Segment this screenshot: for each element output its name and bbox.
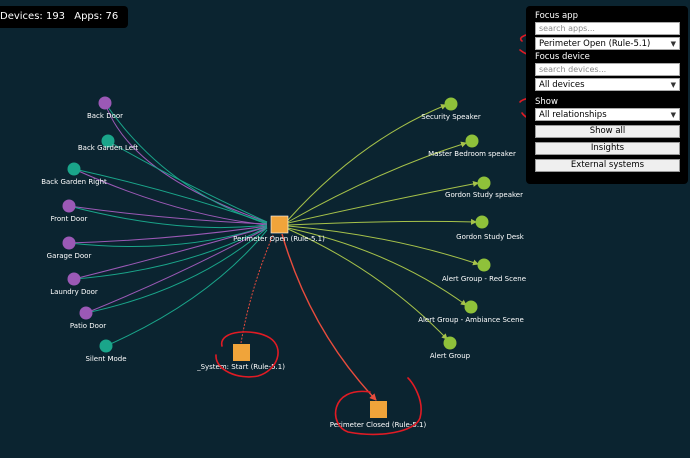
target-edges — [287, 104, 479, 340]
focus-device-label: Focus device — [535, 52, 590, 62]
focus-app-select[interactable]: Perimeter Open (Rule-5.1) ▼ — [535, 37, 680, 50]
edge-system-start — [240, 234, 274, 344]
insights-button[interactable]: Insights — [535, 142, 680, 155]
label-back-door: Back Door — [87, 112, 123, 120]
device-node-master-bedroom-speaker[interactable] — [465, 134, 479, 148]
stats-bar: Devices: 193 Apps: 76 — [0, 6, 129, 28]
focus-device-value: All devices — [539, 79, 585, 90]
target-device-nodes — [443, 97, 491, 350]
device-node-back-garden-right[interactable] — [67, 162, 81, 176]
label-perimeter-open: Perimeter Open (Rule-5.1) — [233, 235, 325, 243]
label-perimeter-closed: Perimeter Closed (Rule-5.1) — [330, 421, 427, 429]
device-node-laundry-door[interactable] — [67, 272, 81, 286]
label-alert-ambiance-scene: Alert Group - Ambiance Scene — [418, 316, 524, 324]
label-back-garden-left: Back Garden Left — [78, 144, 139, 152]
label-garage-door: Garage Door — [47, 252, 92, 260]
app-node-system-start[interactable] — [233, 344, 250, 361]
focus-app-label: Focus app — [535, 11, 578, 21]
devices-count: Devices: 193 — [0, 11, 66, 22]
trigger-edges — [68, 102, 268, 347]
label-front-door: Front Door — [51, 215, 88, 223]
apps-count: Apps: 76 — [74, 11, 119, 22]
label-patio-door: Patio Door — [70, 322, 106, 330]
label-security-speaker: Security Speaker — [421, 113, 481, 121]
show-select[interactable]: All relationships ▼ — [535, 108, 680, 121]
focus-app-value: Perimeter Open (Rule-5.1) — [539, 38, 651, 49]
trigger-device-nodes — [62, 96, 115, 353]
chevron-down-icon: ▼ — [670, 80, 676, 89]
external-systems-button[interactable]: External systems — [535, 159, 680, 172]
device-node-gordon-study-desk[interactable] — [475, 215, 489, 229]
device-node-security-speaker[interactable] — [444, 97, 458, 111]
label-silent-mode: Silent Mode — [85, 355, 126, 363]
device-node-garage-door[interactable] — [62, 236, 76, 250]
chevron-down-icon: ▼ — [670, 39, 676, 48]
app-node-perimeter-open[interactable] — [270, 215, 289, 234]
filter-panel: Focus app Perimeter Open (Rule-5.1) ▼ Fo… — [526, 6, 688, 184]
device-node-silent-mode[interactable] — [99, 339, 113, 353]
search-devices-input[interactable] — [535, 63, 680, 76]
edge-back-door-2 — [104, 102, 268, 225]
show-label: Show — [535, 97, 558, 107]
device-node-alert-group[interactable] — [443, 336, 457, 350]
edge-gordon-speaker — [287, 181, 479, 224]
focus-device-select[interactable]: All devices ▼ — [535, 78, 680, 91]
label-alert-red-scene: Alert Group - Red Scene — [442, 275, 526, 283]
device-node-alert-ambiance-scene[interactable] — [464, 300, 478, 314]
label-laundry-door: Laundry Door — [50, 288, 98, 296]
edge-gordon-desk — [287, 218, 477, 226]
show-value: All relationships — [539, 109, 607, 120]
search-apps-input[interactable] — [535, 22, 680, 35]
label-alert-group: Alert Group — [430, 352, 471, 360]
edge-back-door — [104, 102, 268, 223]
device-node-gordon-study-speaker[interactable] — [477, 176, 491, 190]
edge-perimeter-closed — [281, 233, 377, 401]
edge-security-speaker — [287, 104, 447, 221]
edge-front-door-2 — [68, 205, 268, 229]
label-back-garden-right: Back Garden Right — [41, 178, 107, 186]
label-gordon-study-desk: Gordon Study Desk — [456, 233, 525, 241]
device-node-front-door[interactable] — [62, 199, 76, 213]
device-node-alert-red-scene[interactable] — [477, 258, 491, 272]
app-node-perimeter-closed[interactable] — [370, 401, 387, 418]
label-master-bedroom-speaker: Master Bedroom speaker — [428, 150, 516, 158]
node-labels: Back Door Back Garden Left Back Garden R… — [41, 112, 526, 429]
show-all-button[interactable]: Show all — [535, 125, 680, 138]
device-node-back-door[interactable] — [98, 96, 112, 110]
device-node-patio-door[interactable] — [79, 306, 93, 320]
label-gordon-study-speaker: Gordon Study speaker — [445, 191, 523, 199]
chevron-down-icon: ▼ — [670, 110, 676, 119]
